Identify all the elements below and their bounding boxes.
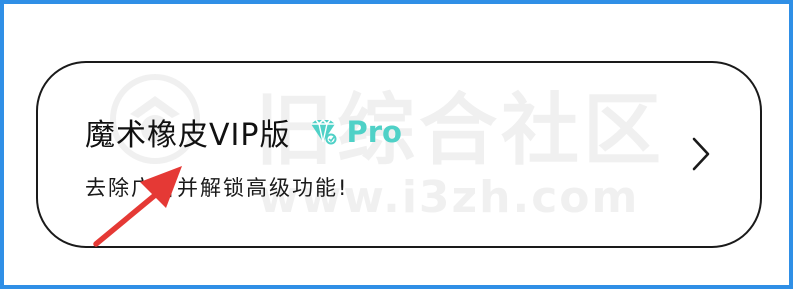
card-title-row: 魔术橡皮VIP版 Pro — [85, 112, 402, 153]
diamond-crown-icon — [311, 118, 337, 145]
card-title: 魔术橡皮VIP版 — [85, 118, 291, 153]
card-subtitle: 去除广告并解锁高级功能! — [85, 176, 349, 200]
chevron-right-icon[interactable] — [690, 136, 712, 172]
pro-badge: Pro — [308, 115, 402, 149]
pro-badge-label: Pro — [346, 115, 402, 149]
vip-upgrade-card[interactable] — [36, 61, 762, 248]
